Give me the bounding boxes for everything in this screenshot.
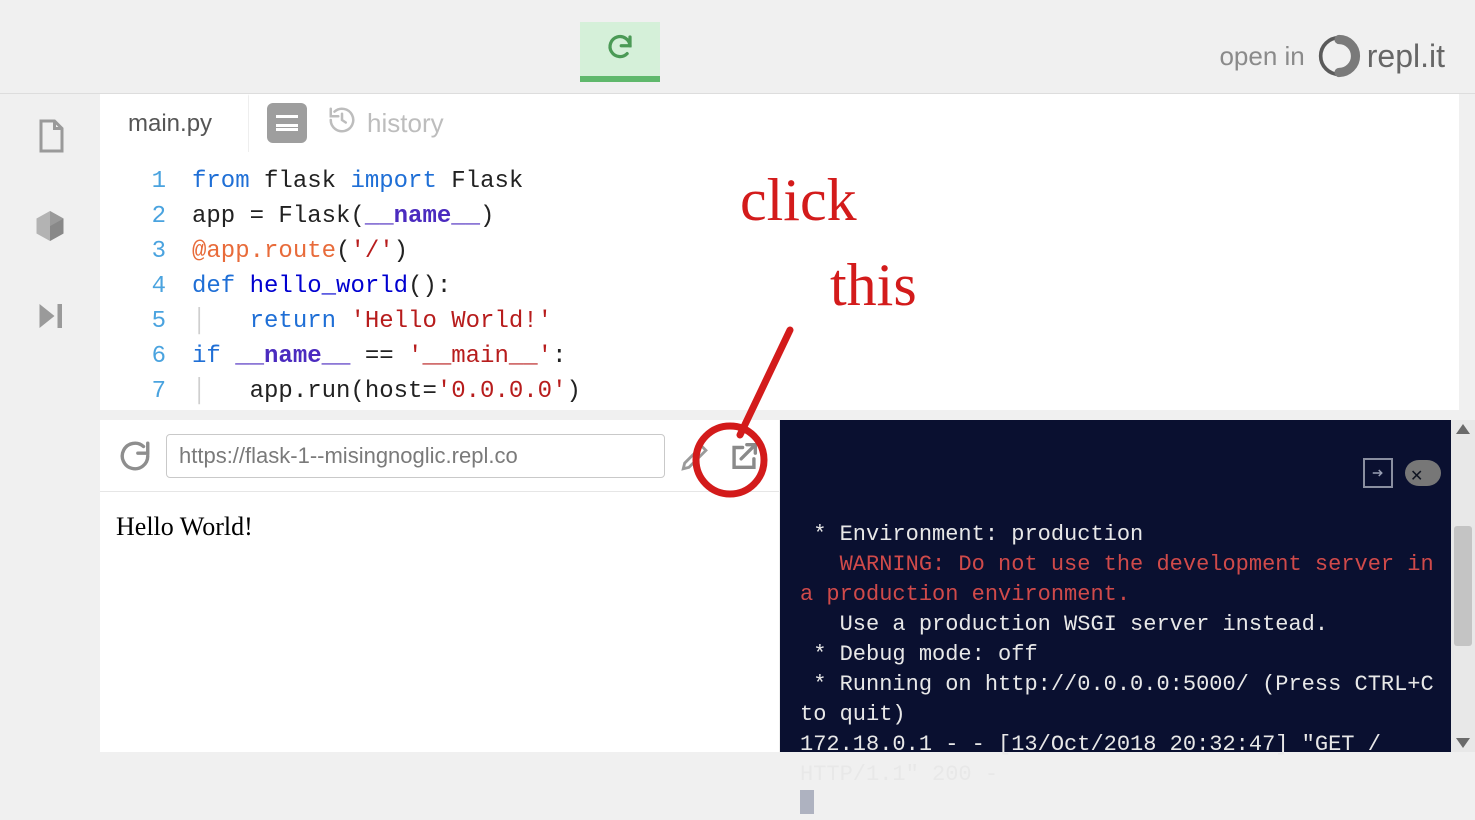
line-gutter: 1234567 (100, 152, 180, 410)
list-icon (276, 115, 298, 131)
refresh-icon (605, 32, 635, 67)
tab-main-py[interactable]: main.py (100, 94, 249, 152)
reload-icon[interactable] (118, 439, 152, 473)
pencil-icon[interactable] (679, 439, 713, 473)
preview-url-input[interactable] (166, 434, 665, 478)
run-last-icon[interactable] (32, 298, 68, 334)
scroll-up-icon[interactable] (1456, 424, 1470, 434)
format-button[interactable] (267, 103, 307, 143)
terminal[interactable]: * Environment: production WARNING: Do no… (780, 420, 1459, 752)
scroll-thumb[interactable] (1454, 526, 1472, 646)
replit-logo: repl.it (1317, 34, 1445, 78)
terminal-popout-icon[interactable] (1363, 458, 1393, 488)
packages-icon[interactable] (32, 208, 68, 244)
web-preview: Hello World! (100, 420, 780, 752)
terminal-actions (1363, 458, 1441, 488)
left-rail (0, 94, 100, 772)
terminal-clear-icon[interactable] (1405, 460, 1441, 486)
history-icon (327, 105, 357, 142)
files-icon[interactable] (32, 118, 68, 154)
code-editor[interactable]: 1234567 from flask import Flaskapp = Fla… (100, 152, 1459, 410)
preview-body: Hello World! (100, 492, 779, 752)
history-button[interactable]: history (327, 105, 444, 142)
code-area[interactable]: from flask import Flaskapp = Flask(__nam… (180, 152, 581, 410)
open-in-new-icon[interactable] (727, 439, 761, 473)
editor-tabs: main.py history (100, 94, 1459, 152)
preview-urlbar (100, 420, 779, 492)
open-in-replit-link[interactable]: open in repl.it (1219, 34, 1445, 78)
vertical-scrollbar[interactable] (1451, 420, 1475, 752)
top-bar: open in repl.it (0, 0, 1475, 94)
bottom-panels: Hello World! * Environment: production W… (100, 420, 1459, 752)
open-in-label: open in (1219, 41, 1304, 72)
scroll-down-icon[interactable] (1456, 738, 1470, 748)
run-button[interactable] (580, 22, 660, 82)
